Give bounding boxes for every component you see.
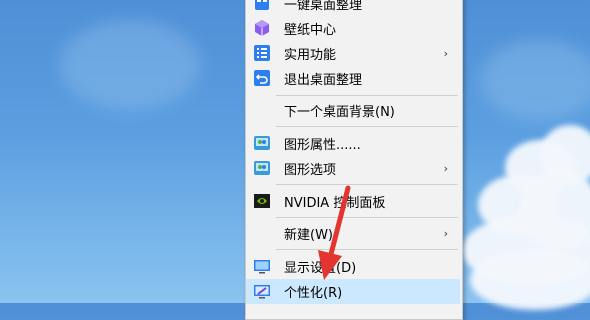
personalize-icon	[253, 282, 271, 300]
menu-item-label: 下一个桌面背景(N)	[284, 105, 395, 120]
wallpaper-cube-icon	[253, 19, 271, 37]
menu-item-label: 个性化(R)	[284, 286, 343, 301]
intel-graphics-icon	[253, 159, 271, 177]
menu-item-exit-desktop-organize[interactable]: 退出桌面整理	[246, 66, 460, 91]
menu-item-graphics-options[interactable]: 图形选项 ›	[246, 156, 460, 181]
menu-item-desktop-organize[interactable]: 一键桌面整理	[246, 0, 460, 16]
sky-haze	[60, 20, 200, 110]
red-arrow-pointer-icon	[318, 185, 351, 280]
chevron-right-icon: ›	[443, 162, 448, 175]
menu-item-useful-functions[interactable]: 实用功能 ›	[246, 41, 460, 66]
exit-back-icon	[253, 69, 271, 87]
menu-item-label: 图形属性......	[284, 138, 361, 153]
sky-haze	[480, 40, 590, 120]
chevron-right-icon: ›	[443, 47, 448, 60]
menu-item-wallpaper-center[interactable]: 壁纸中心	[246, 16, 460, 41]
list-icon	[253, 44, 271, 62]
menu-separator	[276, 95, 458, 96]
menu-item-label: 一键桌面整理	[284, 0, 363, 13]
desktop-organize-icon	[253, 0, 271, 12]
cloud	[470, 250, 590, 310]
nvidia-icon	[253, 192, 271, 210]
menu-item-label: 实用功能	[284, 48, 337, 63]
display-settings-icon	[253, 257, 271, 275]
menu-item-graphics-properties[interactable]: 图形属性......	[246, 131, 460, 156]
menu-item-label: 壁纸中心	[284, 23, 337, 38]
chevron-right-icon: ›	[443, 227, 448, 240]
intel-graphics-icon	[253, 134, 271, 152]
menu-separator	[276, 126, 458, 127]
menu-item-label: 图形选项	[284, 163, 337, 178]
menu-item-next-background[interactable]: 下一个桌面背景(N)	[246, 98, 460, 123]
menu-item-label: 退出桌面整理	[284, 73, 363, 88]
